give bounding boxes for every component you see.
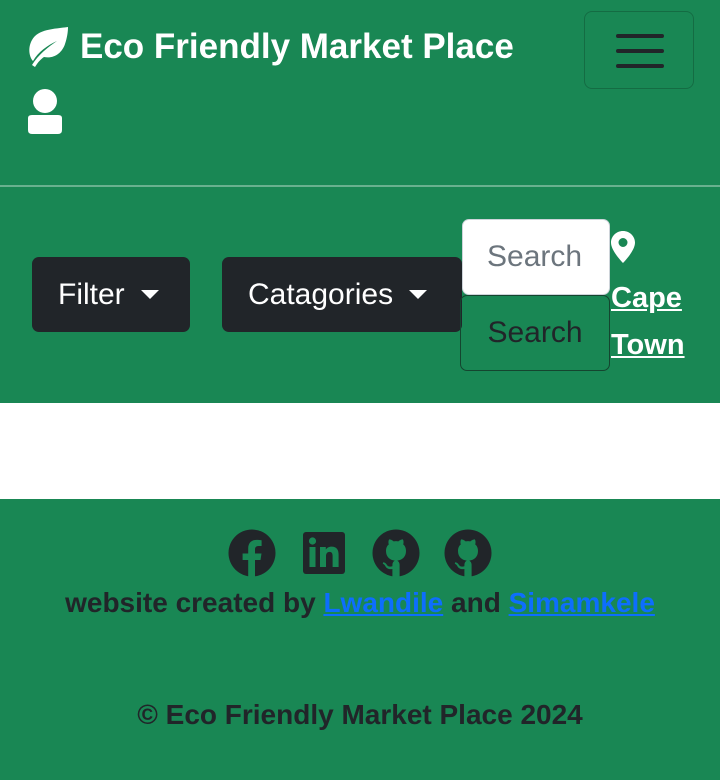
categories-dropdown-button[interactable]: Catagories: [222, 257, 462, 332]
social-links: [0, 529, 720, 579]
github-icon[interactable]: [372, 529, 420, 577]
credit-prefix: website created by: [65, 587, 316, 618]
author-link-lwandile[interactable]: Lwandile: [323, 587, 443, 618]
hamburger-line: [616, 49, 664, 53]
caret-down-icon: [409, 290, 428, 299]
user-icon[interactable]: [24, 88, 66, 138]
location-line1: Cape: [611, 282, 682, 314]
caret-down-icon: [140, 290, 159, 299]
navbar-toggler-button[interactable]: [584, 11, 694, 89]
map-pin-icon: [611, 231, 635, 263]
linkedin-icon[interactable]: [300, 529, 348, 577]
search-button[interactable]: Search: [460, 295, 610, 371]
leaf-icon: [29, 27, 68, 67]
navbar: Eco Friendly Market Place: [0, 0, 720, 187]
credit-and: and: [451, 587, 501, 618]
main-content: [0, 403, 720, 499]
search-input[interactable]: [462, 219, 610, 295]
github-icon[interactable]: [444, 529, 492, 577]
author-link-simamkele[interactable]: Simamkele: [509, 587, 655, 618]
brand-title: Eco Friendly Market Place: [80, 27, 514, 66]
hamburger-line: [616, 64, 664, 68]
categories-label: Catagories: [248, 277, 394, 311]
footer: website created by Lwandile and Simamkel…: [0, 499, 720, 780]
credit-line: website created by Lwandile and Simamkel…: [0, 587, 720, 619]
search-toolbar: Filter Catagories Search Cape Town: [0, 187, 720, 403]
facebook-icon[interactable]: [228, 529, 276, 577]
filter-label: Filter: [58, 277, 125, 311]
copyright-text: © Eco Friendly Market Place 2024: [137, 699, 583, 730]
hamburger-line: [616, 34, 664, 38]
location-link[interactable]: Cape Town: [611, 275, 701, 369]
brand-link[interactable]: Eco Friendly Market Place: [24, 26, 514, 68]
location-line2: Town: [611, 329, 685, 361]
filter-dropdown-button[interactable]: Filter: [32, 257, 190, 332]
